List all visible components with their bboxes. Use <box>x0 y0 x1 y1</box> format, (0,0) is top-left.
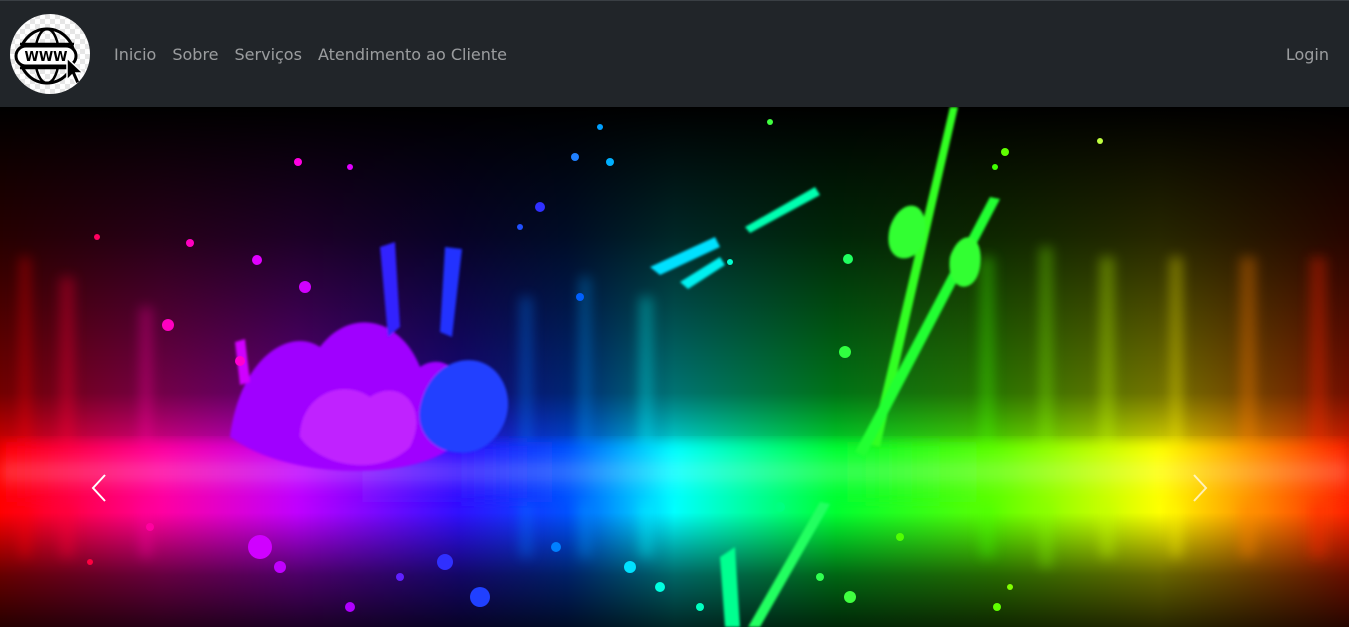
carousel-next-button[interactable] <box>1149 107 1349 627</box>
brand-logo[interactable]: WWW <box>10 14 90 94</box>
chevron-right-icon <box>1193 474 1208 502</box>
logo-text: WWW <box>24 50 67 65</box>
nav-link-sobre[interactable]: Sobre <box>172 44 218 66</box>
carousel-prev-button[interactable] <box>0 107 200 627</box>
chevron-left-icon <box>91 474 106 502</box>
www-globe-cursor-icon: WWW <box>14 27 85 86</box>
hero-carousel <box>0 107 1349 627</box>
login-link[interactable]: Login <box>1286 44 1329 66</box>
nav-link-inicio[interactable]: Inicio <box>114 44 156 66</box>
nav-link-atendimento[interactable]: Atendimento ao Cliente <box>318 44 507 66</box>
nav-menu: Inicio Sobre Serviços Atendimento ao Cli… <box>114 44 507 66</box>
carousel-slide-image <box>0 107 1349 627</box>
nav-link-servicos[interactable]: Serviços <box>235 44 302 66</box>
navbar: WWW Inicio Sobre Serviços Atendimento ao… <box>0 0 1349 107</box>
